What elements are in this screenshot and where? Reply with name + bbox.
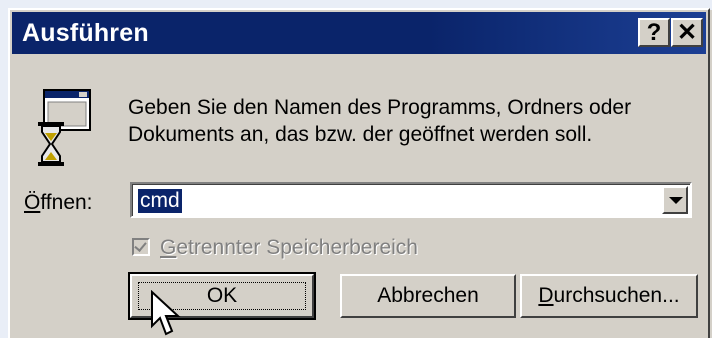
instruction-line-2: Dokuments an, das bzw. der geöffnet werd…	[128, 123, 593, 146]
title-bar[interactable]: Ausführen ? ✕	[12, 12, 706, 54]
combobox-inner	[132, 184, 690, 216]
cancel-button-label: Abbrechen	[377, 284, 479, 307]
dropdown-button[interactable]	[662, 186, 688, 214]
close-button[interactable]: ✕	[671, 18, 703, 47]
mouse-pointer-icon	[151, 290, 181, 336]
browse-accelerator: D	[538, 284, 554, 307]
run-program-hourglass-icon	[38, 89, 91, 166]
open-label-text: ffnen:	[40, 191, 93, 214]
run-dialog: Ausführen ? ✕ Geben Sie den Namen des Pr…	[8, 8, 710, 338]
separate-memory-accelerator: G	[160, 236, 177, 259]
open-label: Öffnen:	[24, 191, 93, 215]
open-label-accelerator: Ö	[24, 191, 41, 214]
instruction-text: Geben Sie den Namen des Programms, Ordne…	[128, 94, 688, 148]
help-button[interactable]: ?	[638, 18, 670, 47]
browse-button-label: urchsuchen...	[553, 284, 680, 307]
instruction-line-1: Geben Sie den Namen des Programms, Ordne…	[128, 96, 632, 119]
browse-button[interactable]: Durchsuchen...	[520, 274, 698, 318]
cancel-button[interactable]: Abbrechen	[340, 274, 516, 318]
open-input-value[interactable]: cmd	[138, 189, 182, 213]
window-title: Ausführen	[22, 19, 149, 47]
close-icon: ✕	[676, 19, 698, 46]
open-combobox[interactable]: cmd	[130, 182, 692, 218]
separate-memory-text: etrennter Speicherbereich	[176, 236, 418, 259]
separate-memory-checkbox[interactable]	[132, 238, 150, 256]
separate-memory-label: Getrennter Speicherbereich	[160, 236, 418, 260]
